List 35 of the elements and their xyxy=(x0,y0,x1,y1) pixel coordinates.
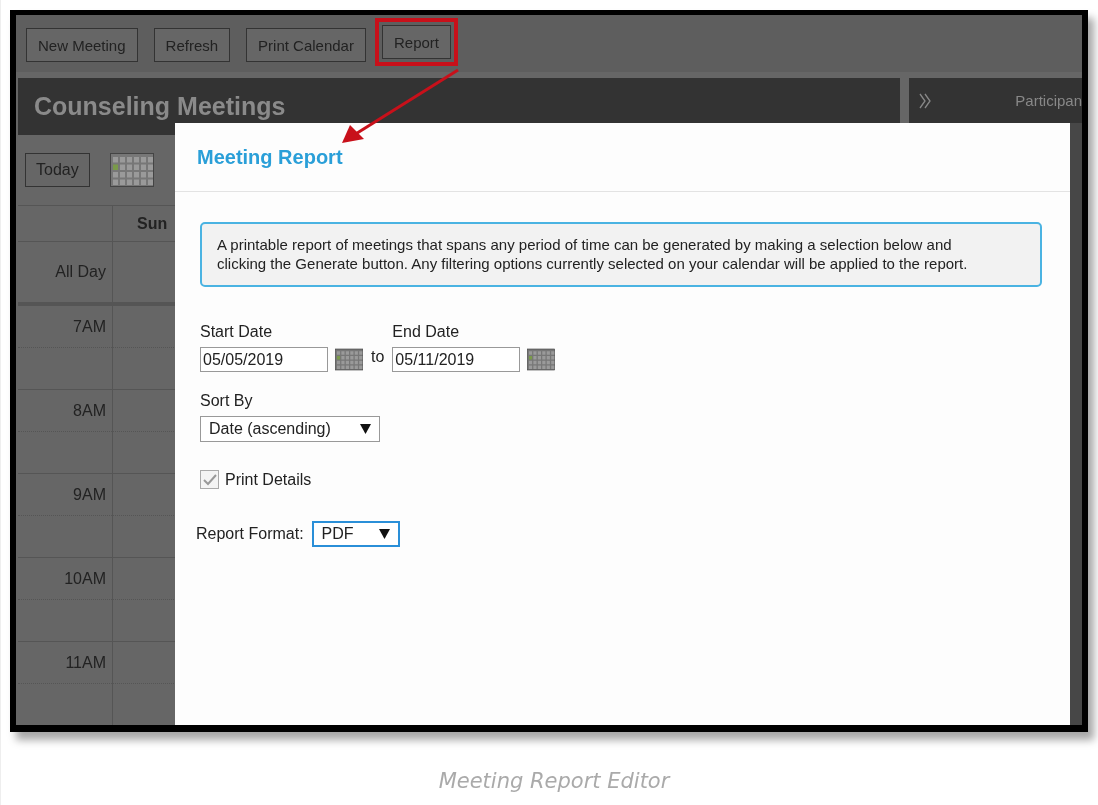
column-header: Sun xyxy=(137,214,169,233)
time-label: 7AM xyxy=(73,318,106,336)
today-button[interactable]: Today xyxy=(25,153,90,187)
checkbox-label: Print Details xyxy=(225,470,312,489)
date-field[interactable]: 05/05/2019 xyxy=(200,347,328,372)
page-title: Counseling Meetings xyxy=(34,92,286,121)
row-label: All Day xyxy=(55,263,106,281)
time-label: 10AM xyxy=(64,570,106,588)
dialog-title: Meeting Report xyxy=(197,145,343,169)
calendar-icon[interactable] xyxy=(109,153,154,187)
toolbar-button[interactable]: New Meeting xyxy=(26,28,138,62)
info-message: A printable report of meetings that spans any period of time can be generated by making a selection below and clicking the Generate button. Any filtering options currently selected on your calendar will be applied to the report. xyxy=(200,222,1042,287)
toolbar-button[interactable]: Print Calendar xyxy=(246,28,366,62)
toolbar-button[interactable]: Refresh xyxy=(153,28,231,62)
panel-title: Participan xyxy=(1015,92,1082,109)
caret-icon xyxy=(378,529,390,539)
calendar-icon[interactable] xyxy=(335,348,363,371)
range-separator: to xyxy=(371,348,385,366)
date-field[interactable]: 05/11/2019 xyxy=(392,347,521,372)
format-select[interactable]: PDF xyxy=(311,521,400,547)
caret-icon xyxy=(360,424,371,434)
figure-caption: Meeting Report Editor xyxy=(438,769,670,793)
time-label: 9AM xyxy=(73,486,106,504)
field-label: Report Format: xyxy=(196,525,304,543)
field-label: End Date xyxy=(392,323,461,341)
field-label: Sort By xyxy=(200,392,254,410)
sort-select[interactable]: Date (ascending) xyxy=(200,416,380,442)
field-label: Start Date xyxy=(200,323,274,341)
calendar-icon[interactable] xyxy=(527,348,556,371)
check-icon xyxy=(202,473,217,486)
checkbox[interactable] xyxy=(200,470,219,489)
toolbar-button[interactable]: Report xyxy=(381,25,451,59)
expand-icon[interactable] xyxy=(919,92,931,109)
time-label: 8AM xyxy=(73,402,106,420)
time-label: 11AM xyxy=(65,654,106,672)
